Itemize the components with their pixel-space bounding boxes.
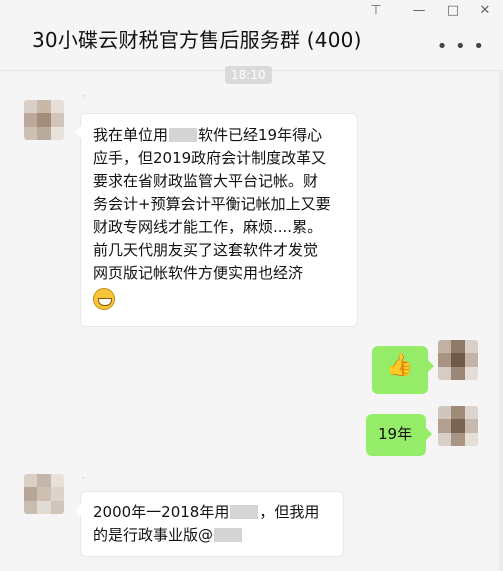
avatar-tile [24, 126, 38, 140]
pin-icon[interactable]: ⊤ [362, 2, 390, 20]
avatar-tile [24, 500, 38, 514]
avatar-tile [464, 366, 478, 380]
message-line: 网页版记帐软件方便实用也经济 [93, 264, 304, 282]
sender-name: · [82, 92, 85, 102]
grin-emoji [93, 287, 115, 310]
avatar[interactable] [24, 100, 64, 140]
close-icon[interactable]: ✕ [471, 2, 499, 20]
avatar-tile [37, 100, 51, 114]
avatar-tile [37, 126, 51, 140]
message-bubble[interactable]: 2000年一2018年用 ，但我用 的是行政事业版@ [75, 491, 344, 557]
avatar-tile [50, 474, 64, 488]
avatar-tile [24, 100, 38, 114]
message-line: 的是行政事业版@ [93, 524, 331, 547]
avatar-tile [464, 406, 478, 420]
avatar-tile [464, 419, 478, 433]
message-bubble[interactable]: 我在单位用 软件已经19年得心 应手，但2019政府会计制度改革又 要求在省财政监… [75, 113, 358, 327]
message-line: 我在单位用 软件已经19年得心 [93, 126, 323, 144]
avatar-tile [438, 340, 452, 354]
sender-name: · [82, 474, 85, 484]
avatar-tile [438, 406, 452, 420]
message-text: 19年 [378, 425, 413, 443]
avatar-tile [451, 419, 465, 433]
more-icon[interactable]: • • • [437, 36, 485, 57]
message-line: 2000年一2018年用 ，但我用 [93, 503, 320, 521]
redacted-text [230, 505, 259, 519]
avatar-tile [451, 353, 465, 367]
avatar-tile [50, 113, 64, 127]
message-line: 应手，但2019政府会计制度改革又 [93, 149, 327, 167]
avatar-tile [37, 113, 51, 127]
avatar-tile [438, 419, 452, 433]
avatar[interactable] [438, 340, 478, 380]
avatar-tile [438, 432, 452, 446]
chat-title: 30小碟云财税官方售后服务群 (400) [32, 28, 362, 52]
avatar-tile [24, 487, 38, 501]
message-line: 要求在省财政监管大平台记帐。财 [93, 172, 319, 190]
avatar-tile [50, 500, 64, 514]
avatar-tile [37, 474, 51, 488]
avatar-tile [24, 474, 38, 488]
avatar[interactable] [438, 406, 478, 446]
minimize-icon[interactable]: — [405, 2, 433, 20]
avatar-tile [438, 353, 452, 367]
avatar-tile [464, 340, 478, 354]
avatar-tile [24, 113, 38, 127]
avatar-tile [451, 432, 465, 446]
redacted-text [169, 128, 198, 142]
avatar-tile [451, 340, 465, 354]
message-bubble[interactable]: 19年 [366, 414, 432, 456]
avatar-tile [451, 366, 465, 380]
message-line: 前几天代朋友买了这套软件才发觉 [93, 241, 319, 259]
timestamp: 18:10 [225, 66, 272, 84]
avatar-tile [451, 406, 465, 420]
avatar-tile [37, 500, 51, 514]
avatar-tile [438, 366, 452, 380]
avatar[interactable] [24, 474, 64, 514]
avatar-tile [50, 100, 64, 114]
thumbs-up-icon: 👍 [386, 353, 414, 378]
message-bubble[interactable]: 👍 [372, 346, 434, 394]
message-line: 务会计+预算会计平衡记帐加上又要 [93, 195, 331, 213]
title-bar: 30小碟云财税官方售后服务群 (400) ⊤ — □ ✕ • • • [0, 0, 503, 71]
scrollbar[interactable] [499, 70, 503, 571]
avatar-tile [464, 432, 478, 446]
redacted-text [214, 528, 243, 542]
avatar-tile [50, 126, 64, 140]
avatar-tile [464, 353, 478, 367]
avatar-tile [50, 487, 64, 501]
maximize-icon[interactable]: □ [439, 2, 467, 20]
message-line: 财政专网线才能工作，麻烦....累。 [93, 218, 323, 236]
avatar-tile [37, 487, 51, 501]
